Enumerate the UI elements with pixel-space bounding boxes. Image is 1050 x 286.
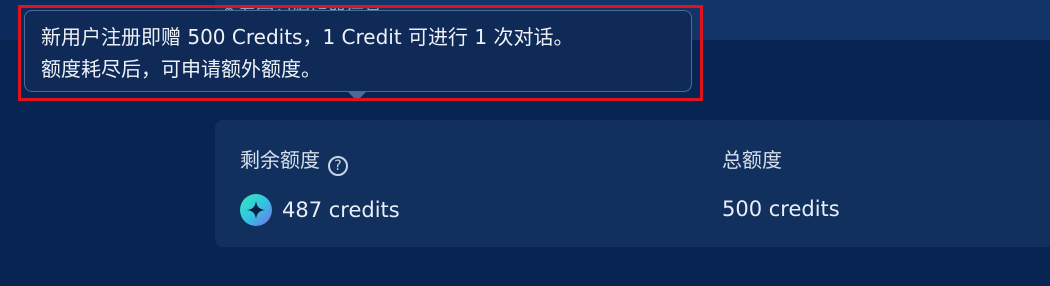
highlight-box — [18, 5, 703, 101]
quota-card: 剩余额度? 487 credits 总额度 500 credits — [215, 120, 1050, 247]
remaining-label: 剩余额度 — [240, 148, 320, 172]
total-label: 总额度 — [722, 148, 782, 172]
question-circle-icon[interactable]: ? — [328, 156, 348, 176]
sparkle-icon — [240, 194, 272, 226]
remaining-value-row: 487 credits — [240, 194, 400, 226]
total-value: 500 credits — [722, 197, 840, 221]
remaining-value: 487 credits — [282, 198, 400, 222]
remaining-label-row: 剩余额度? — [240, 146, 348, 176]
